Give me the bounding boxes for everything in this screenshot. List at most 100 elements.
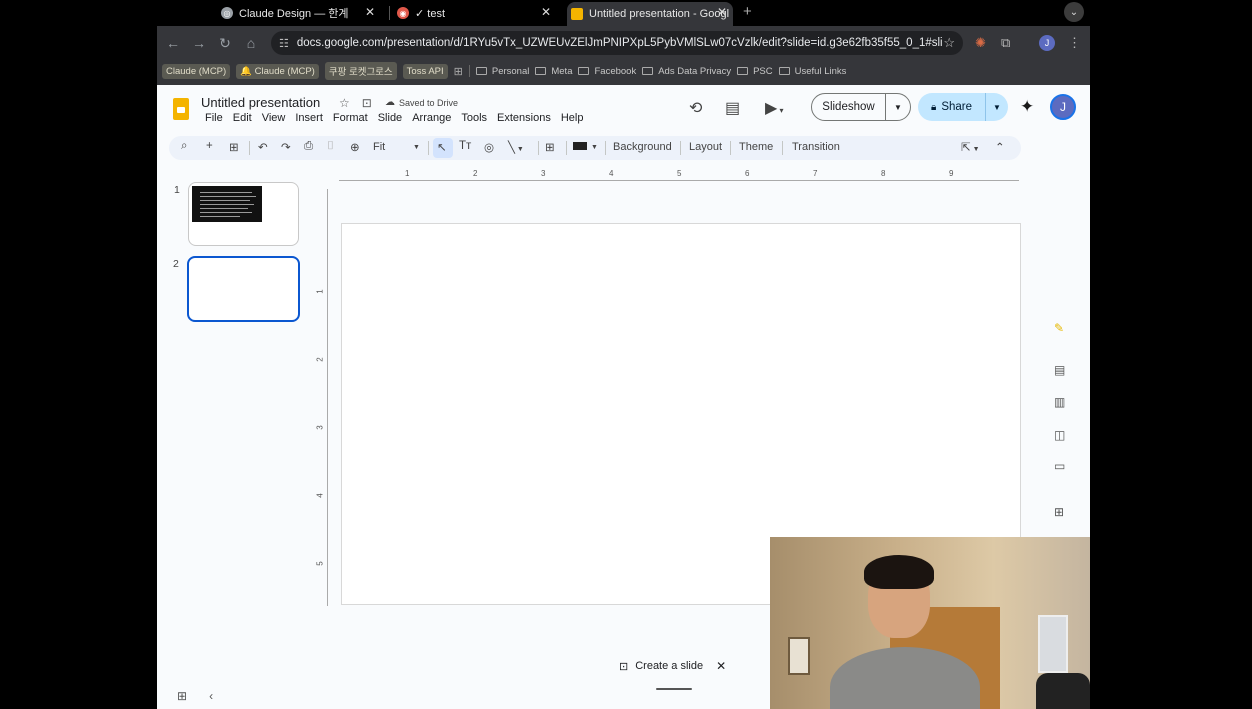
slide-thumbnail-2[interactable]: [187, 256, 300, 322]
calendar-icon[interactable]: ▤: [1054, 363, 1065, 377]
bookmark-claude-mcp[interactable]: Claude (MCP): [162, 63, 231, 79]
document-title[interactable]: Untitled presentation: [201, 95, 320, 110]
address-bar[interactable]: ☷ docs.google.com/presentation/d/1RYu5vT…: [271, 31, 963, 55]
contacts-icon[interactable]: ◫: [1054, 428, 1065, 442]
grid-view-icon[interactable]: ⊞: [177, 689, 187, 703]
search-menus-icon[interactable]: ⌕: [181, 140, 187, 153]
pointer-mode-icon[interactable]: ⇱ ▼: [961, 140, 980, 154]
paint-format-icon[interactable]: ⌷: [327, 140, 334, 153]
close-icon[interactable]: ✕: [717, 5, 727, 19]
site-info-icon[interactable]: ☷: [279, 37, 289, 50]
menu-arrange[interactable]: Arrange: [408, 112, 455, 124]
menu-file[interactable]: File: [201, 112, 227, 124]
print-icon[interactable]: ⎙: [304, 140, 313, 153]
zoom-dropdown-icon[interactable]: ▼: [413, 144, 420, 151]
menu-view[interactable]: View: [258, 112, 290, 124]
ruler-tick-label: 4: [315, 493, 325, 498]
add-comment-icon[interactable]: ⊞: [545, 140, 555, 154]
collapse-filmstrip-icon[interactable]: ‹: [209, 689, 213, 703]
tab-test[interactable]: ◉ ✓ test ✕: [397, 2, 557, 24]
new-slide-layout-icon[interactable]: ⊞: [229, 140, 239, 154]
webcam-chair: [1036, 673, 1090, 709]
border-color-dropdown-icon[interactable]: ▼: [591, 144, 598, 151]
save-status[interactable]: ☁ Saved to Drive: [385, 97, 458, 108]
keep-icon[interactable]: ✎: [1054, 321, 1064, 335]
bookmark-folder-useful-links[interactable]: Useful Links: [778, 66, 846, 77]
menu-format[interactable]: Format: [329, 112, 372, 124]
menu-help[interactable]: Help: [557, 112, 588, 124]
bookmark-toss-api[interactable]: Toss API: [402, 63, 448, 79]
share-main[interactable]: 🔒︎ Share: [918, 93, 986, 121]
drive-folder-icon[interactable]: ▭: [1054, 459, 1065, 473]
extension-claude-icon[interactable]: ✺: [975, 35, 986, 51]
tab-search-icon[interactable]: ⌄: [1064, 2, 1084, 22]
tab-claude-design[interactable]: ◎ Claude Design — 한계 ✕: [221, 2, 381, 24]
gemini-sparkle-icon[interactable]: ✦: [1020, 97, 1034, 117]
star-icon[interactable]: ☆: [339, 96, 350, 110]
menu-insert[interactable]: Insert: [291, 112, 327, 124]
bookmark-folder-facebook[interactable]: Facebook: [578, 66, 636, 77]
collapse-toolbar-icon[interactable]: ⌃: [995, 140, 1005, 154]
forward-icon[interactable]: →: [189, 35, 209, 51]
slideshow-button[interactable]: Slideshow ▼: [811, 93, 911, 121]
tab-untitled-presentation[interactable]: Untitled presentation - Googl ✕: [567, 2, 733, 26]
tasks-icon[interactable]: ▥: [1054, 395, 1065, 409]
slideshow-dropdown-icon[interactable]: ▼: [886, 103, 910, 112]
meet-video-icon[interactable]: ▶ ▾: [765, 98, 784, 118]
slide-thumbnail-1[interactable]: [188, 182, 299, 246]
thumb-text-line: [200, 212, 252, 213]
apps-grid-icon[interactable]: ⊞: [454, 65, 463, 78]
create-slide-bar[interactable]: ⊡ Create a slide ✕: [619, 655, 737, 677]
comments-icon[interactable]: ▤: [725, 98, 740, 118]
new-tab-icon[interactable]: +: [743, 3, 752, 20]
new-slide-icon[interactable]: +: [206, 140, 213, 152]
close-icon[interactable]: ✕: [365, 5, 375, 19]
home-icon[interactable]: ⌂: [241, 35, 261, 51]
menu-edit[interactable]: Edit: [229, 112, 256, 124]
bookmark-folder-ads-data-privacy[interactable]: Ads Data Privacy: [642, 66, 731, 77]
redo-icon[interactable]: ↷: [281, 140, 291, 154]
share-button[interactable]: 🔒︎ Share ▼: [918, 93, 1008, 121]
undo-icon[interactable]: ↶: [258, 140, 268, 154]
bookmark-folder-meta[interactable]: Meta: [535, 66, 572, 77]
menu-extensions[interactable]: Extensions: [493, 112, 555, 124]
toolbar-divider: [566, 141, 567, 155]
menu-tools[interactable]: Tools: [457, 112, 491, 124]
add-ons-icon[interactable]: ⊞: [1054, 505, 1064, 519]
menu-slide[interactable]: Slide: [374, 112, 406, 124]
back-icon[interactable]: ←: [163, 35, 183, 51]
zoom-select[interactable]: Fit: [373, 141, 385, 153]
text-box-icon[interactable]: Tт: [459, 140, 471, 152]
bookmark-folder-psc[interactable]: PSC: [737, 66, 773, 77]
background-button[interactable]: Background: [613, 141, 672, 153]
move-folder-icon[interactable]: ⊡: [362, 96, 372, 110]
transition-button[interactable]: Transition: [792, 141, 840, 153]
theme-button[interactable]: Theme: [739, 141, 773, 153]
browser-menu-icon[interactable]: ⋮: [1068, 35, 1081, 51]
slides-logo-icon[interactable]: [173, 98, 189, 120]
profile-avatar[interactable]: J: [1039, 35, 1055, 51]
version-history-icon[interactable]: ⟲: [689, 98, 702, 118]
close-icon[interactable]: ✕: [541, 5, 551, 19]
close-icon[interactable]: ✕: [716, 659, 726, 673]
bookmark-coupang[interactable]: 쿠팡 로켓그로스: [324, 62, 397, 80]
tab-title: ✓ test: [415, 7, 446, 20]
vertical-ruler[interactable]: 1 2 3 4 5: [316, 189, 328, 606]
slideshow-label[interactable]: Slideshow: [812, 94, 886, 120]
url-text[interactable]: docs.google.com/presentation/d/1RYu5vTx_…: [297, 37, 943, 49]
bookmark-claude-mcp-2[interactable]: 🔔 Claude (MCP): [236, 63, 319, 79]
border-color-icon[interactable]: [573, 142, 587, 150]
shape-icon[interactable]: ◎: [484, 140, 494, 154]
share-dropdown-icon[interactable]: ▼: [986, 103, 1008, 112]
zoom-icon[interactable]: ⊕: [350, 140, 360, 154]
account-avatar[interactable]: J: [1050, 94, 1076, 120]
select-arrow-icon[interactable]: ↖: [437, 140, 447, 154]
layout-button[interactable]: Layout: [689, 141, 722, 153]
bookmark-star-icon[interactable]: ☆: [943, 35, 955, 51]
create-slide-label[interactable]: Create a slide: [635, 660, 703, 672]
bookmark-folder-personal[interactable]: Personal: [475, 66, 529, 77]
extensions-puzzle-icon[interactable]: ⧉: [1001, 35, 1010, 51]
reload-icon[interactable]: ↻: [215, 35, 235, 52]
horizontal-ruler[interactable]: 1 2 3 4 5 6 7 8 9: [339, 169, 1019, 181]
line-icon[interactable]: ╲ ▼: [508, 140, 524, 154]
